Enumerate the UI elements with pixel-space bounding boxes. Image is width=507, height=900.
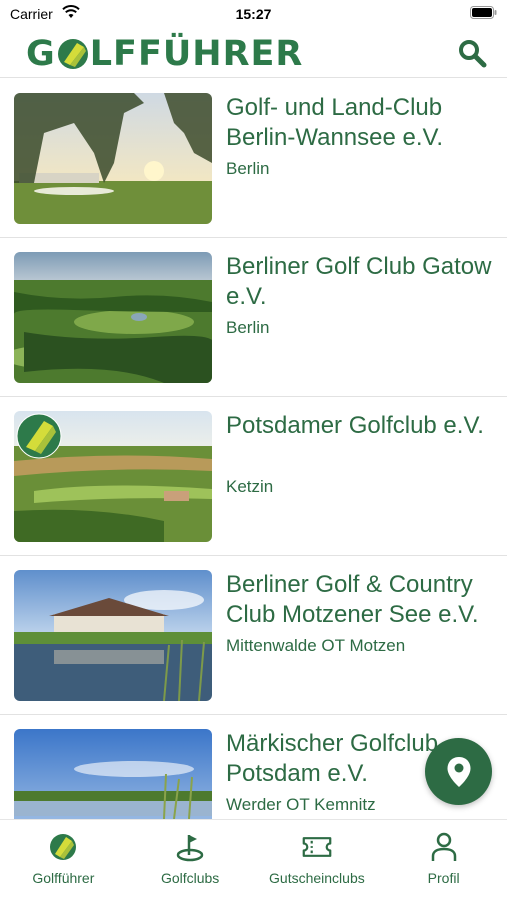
- club-name: Golf- und Land-Club Berlin-Wannsee e.V.: [226, 94, 444, 151]
- club-location: Mittenwalde OT Motzen: [226, 636, 406, 655]
- club-location: Ketzin: [226, 477, 274, 496]
- status-time: 15:27: [235, 6, 272, 22]
- club-list-item[interactable]: Berliner Golf & Country Club Motzener Se…: [0, 556, 507, 715]
- club-list-item[interactable]: Golf- und Land-Club Berlin-Wannsee e.V. …: [0, 79, 507, 238]
- tab-bar: Golfführer Golfclubs Gutscheinclubs Prof…: [0, 819, 507, 900]
- tab-label: Gutscheinclubs: [269, 870, 365, 886]
- battery-icon: [470, 6, 497, 19]
- app-header: G LFFÜHRER: [0, 28, 507, 78]
- club-list[interactable]: Golf- und Land-Club Berlin-Wannsee e.V. …: [0, 79, 507, 819]
- search-icon: [459, 40, 487, 68]
- tab-label: Profil: [427, 870, 460, 886]
- club-location: Werder OT Kemnitz: [226, 795, 376, 814]
- logo-text-start: G: [26, 34, 56, 74]
- club-badge-icon: [16, 413, 62, 459]
- club-name: Berliner Golf Club Gatow e.V.: [226, 253, 492, 310]
- club-name: Potsdamer Golfclub e.V.: [226, 412, 484, 439]
- club-list-item[interactable]: Potsdamer Golfclub e.V. Ketzin: [0, 397, 507, 556]
- map-pin-icon: [447, 756, 470, 787]
- tab-gutscheinclubs[interactable]: Gutscheinclubs: [254, 820, 381, 900]
- tab-golffuehrer[interactable]: Golfführer: [0, 820, 127, 900]
- ticket-icon: [302, 837, 332, 857]
- club-location: Berlin: [226, 159, 270, 178]
- club-name: Berliner Golf & Country Club Motzener Se…: [226, 571, 479, 628]
- golf-flag-icon: [176, 835, 204, 862]
- logo-text-end: LFFÜHRER: [89, 34, 304, 74]
- club-photo: [14, 252, 212, 383]
- club-photo: [14, 570, 212, 701]
- club-list-item[interactable]: Berliner Golf Club Gatow e.V. Berlin: [0, 238, 507, 397]
- golf-ball-logo-icon: [57, 39, 88, 69]
- map-button[interactable]: [425, 738, 492, 805]
- tab-label: Golfführer: [32, 870, 95, 886]
- golf-ball-icon: [50, 834, 77, 860]
- club-location: Berlin: [226, 318, 270, 337]
- tab-label: Golfclubs: [160, 870, 220, 886]
- person-icon: [431, 832, 456, 861]
- club-photo: [14, 93, 212, 224]
- club-photo: [14, 411, 212, 542]
- tab-golfclubs[interactable]: Golfclubs: [127, 820, 254, 900]
- tab-profil[interactable]: Profil: [380, 820, 507, 900]
- search-button[interactable]: [455, 36, 489, 70]
- club-photo: [14, 729, 212, 819]
- status-bar: Carrier 15:27: [0, 0, 507, 28]
- app-logo: G LFFÜHRER: [26, 32, 303, 76]
